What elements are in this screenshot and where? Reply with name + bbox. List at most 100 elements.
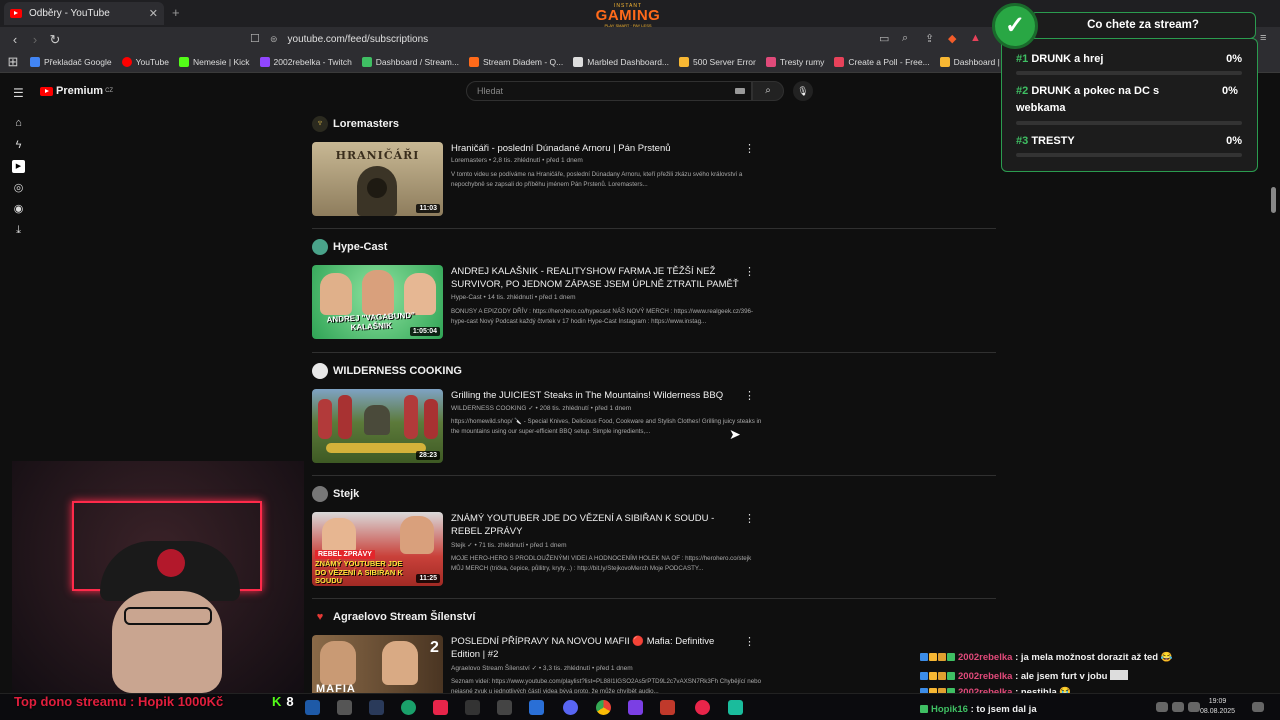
channel-avatar <box>312 363 328 379</box>
bookmark-0[interactable]: Překladač Google <box>30 57 112 67</box>
chrome-icon[interactable] <box>596 700 611 715</box>
video-title[interactable]: ANDREJ KALAŠNIK - REALITYSHOW FARMA JE T… <box>451 265 741 291</box>
apps-grid-icon[interactable]: ⊞ <box>6 54 20 70</box>
bookmark-9[interactable]: Create a Poll - Free... <box>834 57 930 67</box>
video-thumbnail[interactable]: ANDREJ "VAGABUND" KALAŠNIK 1:05:04 <box>312 265 443 339</box>
rewards-icon[interactable]: ▲ <box>970 32 981 44</box>
bookmark-5[interactable]: Stream Diadem - Q... <box>468 57 563 67</box>
site-info-icon[interactable]: ⊜ <box>270 34 278 45</box>
browser-menu-icon[interactable]: ≡ <box>1260 32 1266 44</box>
more-options-icon[interactable]: ⋮ <box>744 637 755 648</box>
chat-message: 2002rebelka : ja mela možnost dorazit až… <box>920 652 1280 663</box>
video-title[interactable]: POSLEDNÍ PŘÍPRAVY NA NOVOU MAFII 🔴 Mafia… <box>451 635 741 661</box>
chat-username[interactable]: 2002rebelka <box>958 652 1012 663</box>
app-icon[interactable] <box>628 700 643 715</box>
epic-games-icon[interactable] <box>465 700 480 715</box>
chat-username[interactable]: 2002rebelka <box>958 671 1012 682</box>
thumbnail-number: 2 <box>430 639 439 656</box>
subscriptions-icon[interactable]: ▶ <box>12 160 25 173</box>
back-icon[interactable]: ‹ <box>5 32 25 47</box>
channel-name: WILDERNESS COOKING <box>333 365 462 377</box>
bookmark-7[interactable]: 500 Server Error <box>679 57 756 67</box>
shorts-icon[interactable]: ϟ <box>12 139 25 152</box>
channel-avatar: ♆ <box>312 116 328 132</box>
app-icon[interactable] <box>433 700 448 715</box>
search-input[interactable]: Hledat <box>466 81 752 101</box>
app-icon[interactable] <box>369 700 384 715</box>
app-icon[interactable] <box>529 700 544 715</box>
app-icon[interactable] <box>728 700 743 715</box>
app-icon[interactable] <box>401 700 416 715</box>
keyboard-icon[interactable] <box>735 88 745 94</box>
video-thumbnail[interactable]: 2 MAFIA <box>312 635 443 697</box>
thumbnail-text: HRANIČÁŘI <box>335 149 420 162</box>
bookmark-4[interactable]: Dashboard / Stream... <box>361 57 459 67</box>
reload-icon[interactable]: ↻ <box>45 32 65 48</box>
search-button[interactable]: ⌕ <box>752 81 784 101</box>
hamburger-menu-icon[interactable]: ☰ <box>13 86 24 100</box>
channel-header[interactable]: ♥ Agraelovo Stream Šílenství <box>312 609 476 625</box>
browser-tab[interactable]: Odběry - YouTube ✕ <box>4 2 164 25</box>
discord-icon[interactable] <box>563 700 578 715</box>
share-icon[interactable]: ⇪ <box>925 32 934 45</box>
video-thumbnail[interactable]: REBEL ZPRÁVY ZNÁMÝ YOUTUBER JDE DO VĚZEN… <box>312 512 443 586</box>
video-thumbnail[interactable]: HRANIČÁŘI 11:03 <box>312 142 443 216</box>
home-icon[interactable]: ⌂ <box>12 117 25 130</box>
page-scrollbar[interactable] <box>1271 187 1276 213</box>
app-icon[interactable] <box>337 700 352 715</box>
video-thumbnail[interactable]: 28:23 <box>312 389 443 463</box>
tab-close-icon[interactable]: ✕ <box>149 7 158 20</box>
explore-icon[interactable]: ◎ <box>12 182 25 195</box>
bookmark-6[interactable]: Marbled Dashboard... <box>573 57 669 67</box>
more-options-icon[interactable]: ⋮ <box>744 267 755 278</box>
app-icon[interactable] <box>305 700 320 715</box>
channel-header[interactable]: Stejk <box>312 486 359 502</box>
cast-icon[interactable]: ▭ <box>879 32 889 45</box>
video-duration: 11:03 <box>416 204 440 213</box>
video-title[interactable]: ZNÁMÝ YOUTUBER JDE DO VĚZENÍ A SIBIŘAN K… <box>451 512 741 538</box>
zoom-icon[interactable]: ⌕ <box>902 32 908 45</box>
bookmark-2[interactable]: Nemesie | Kick <box>178 57 250 67</box>
poll-option-bar <box>1016 121 1242 125</box>
bookmark-favicon-icon <box>834 57 845 67</box>
person-center <box>362 270 394 315</box>
bookmark-8[interactable]: Tresty rumy <box>765 57 824 67</box>
app-icon[interactable] <box>695 700 710 715</box>
badge-icon <box>938 672 946 680</box>
chat-username[interactable]: Hopik16 <box>931 704 968 715</box>
new-tab-button[interactable]: + <box>172 5 180 20</box>
bookmark-favicon-icon <box>30 57 40 67</box>
video-title[interactable]: Grilling the JUICIEST Steaks in The Moun… <box>451 389 741 402</box>
poll-option-bar <box>1016 71 1242 75</box>
bookmark-1[interactable]: YouTube <box>121 57 169 67</box>
more-options-icon[interactable]: ⋮ <box>744 514 755 525</box>
channel-name: Loremasters <box>333 118 400 130</box>
bookmark-favicon-icon <box>573 57 584 67</box>
bookmark-3[interactable]: 2002rebelka - Twitch <box>259 57 352 67</box>
video-description: BONUSY A EPIZODY DŘÍV : https://herohero… <box>451 308 754 325</box>
poll-option-label: DRUNK a pokec na DC s webkama <box>1016 85 1160 114</box>
section-divider <box>312 228 996 229</box>
kick-count: 8 <box>286 694 294 709</box>
bookmark-icon[interactable]: ☐ <box>250 32 260 45</box>
you-icon[interactable]: ◉ <box>12 203 25 216</box>
downloads-icon[interactable]: ⤓ <box>12 224 25 237</box>
app-icon[interactable] <box>660 700 675 715</box>
more-options-icon[interactable]: ⋮ <box>744 391 755 402</box>
badge-icon <box>929 653 937 661</box>
channel-header[interactable]: WILDERNESS COOKING <box>312 363 462 379</box>
tab-title: Odběry - YouTube <box>29 8 110 19</box>
channel-header[interactable]: ♆ Loremasters <box>312 116 399 132</box>
video-title[interactable]: Hraničáři - poslední Dúnadané Arnoru | P… <box>451 142 741 155</box>
youtube-logo[interactable]: Premium CZ <box>40 85 113 97</box>
video-duration: 28:23 <box>416 451 440 460</box>
youtube-play-icon <box>40 86 53 96</box>
brave-shield-icon[interactable]: ◆ <box>948 32 956 45</box>
bookmark-favicon-icon <box>765 57 776 67</box>
app-icon[interactable] <box>497 700 512 715</box>
logo-text: Premium <box>56 85 104 97</box>
forward-icon[interactable]: › <box>25 32 45 47</box>
voice-search-icon[interactable]: 🎙 <box>793 81 813 101</box>
channel-header[interactable]: Hype-Cast <box>312 239 387 255</box>
more-options-icon[interactable]: ⋮ <box>744 144 755 155</box>
